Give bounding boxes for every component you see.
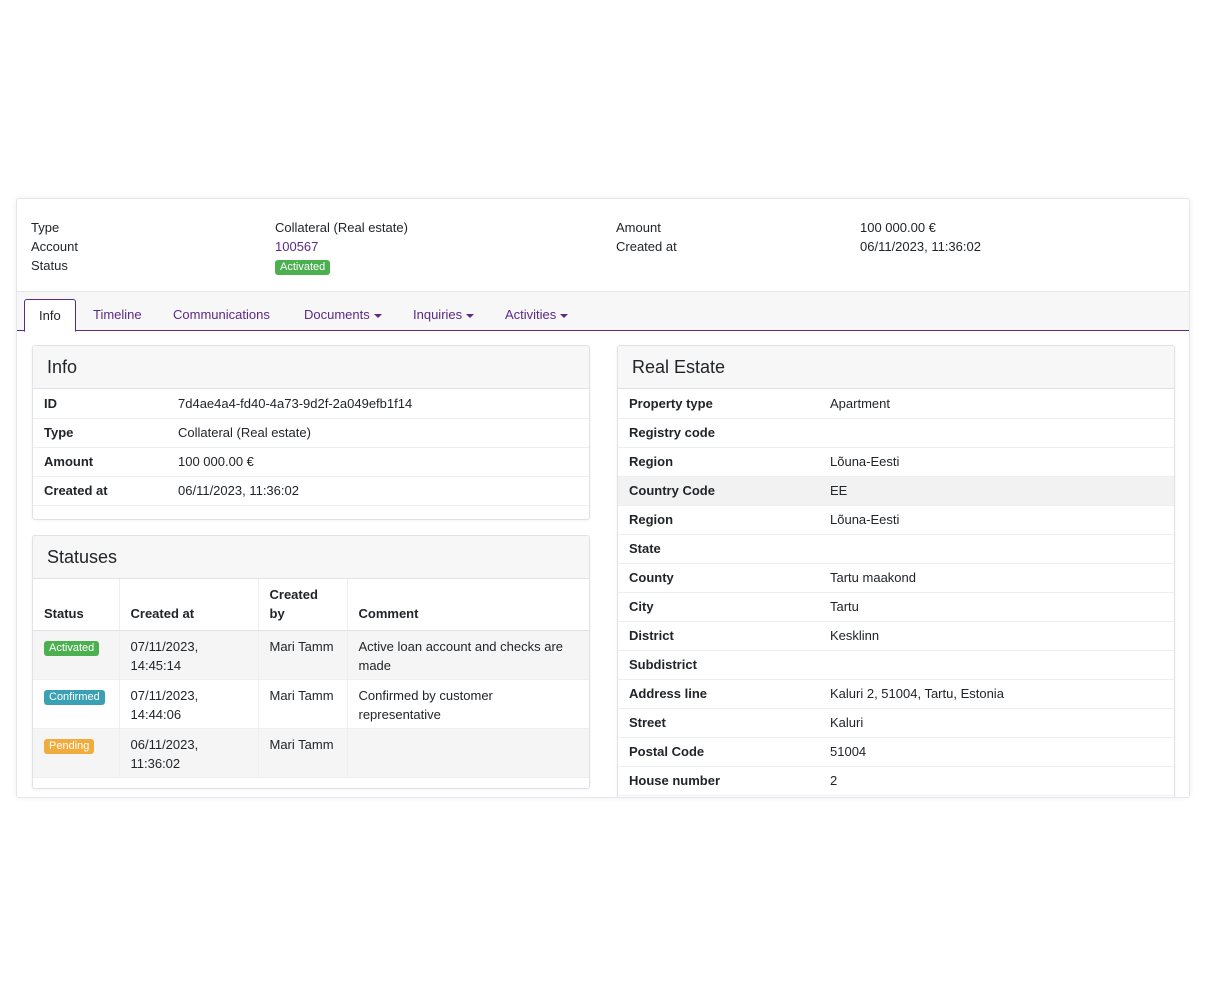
tab-activities[interactable]: Activities bbox=[491, 299, 582, 332]
chevron-down-icon bbox=[373, 313, 382, 318]
real-estate-panel-title: Real Estate bbox=[618, 346, 1174, 389]
chevron-down-icon bbox=[466, 313, 475, 318]
statuses-panel-title: Statuses bbox=[33, 536, 589, 579]
column-header: Comment bbox=[347, 579, 589, 631]
table-row: Region Lõuna-Eesti bbox=[618, 505, 1174, 535]
collateral-card: Type Collateral (Real estate) Account 10… bbox=[16, 198, 1190, 798]
summary-section: Type Collateral (Real estate) Account 10… bbox=[17, 199, 1189, 291]
table-row: Type Collateral (Real estate) bbox=[33, 418, 589, 448]
table-row: ID 7d4ae4a4-fd40-4a73-9d2f-2a049efb1f14 bbox=[33, 389, 589, 419]
table-row: Amount 100 000.00 € bbox=[33, 447, 589, 477]
summary-account-label: Account bbox=[31, 239, 78, 254]
table-row: Created at 06/11/2023, 11:36:02 bbox=[33, 476, 589, 506]
summary-status-label: Status bbox=[31, 258, 68, 273]
tab-timeline[interactable]: Timeline bbox=[79, 299, 156, 332]
column-header: Status bbox=[33, 579, 120, 631]
status-badge: Pending bbox=[44, 739, 95, 754]
tab-inquiries[interactable]: Inquiries bbox=[399, 299, 488, 332]
info-panel-title: Info bbox=[33, 346, 589, 389]
table-row: Confirmed 07/11/2023, 14:44:06 Mari Tamm… bbox=[33, 679, 589, 729]
table-row: Activated 07/11/2023, 14:45:14 Mari Tamm… bbox=[33, 630, 589, 680]
table-row: Property type Apartment bbox=[618, 389, 1174, 419]
summary-created-value: 06/11/2023, 11:36:02 bbox=[860, 239, 981, 254]
chevron-down-icon bbox=[560, 313, 569, 318]
tab-bar: Info Timeline Communications Documents I… bbox=[17, 291, 1189, 332]
info-table: ID 7d4ae4a4-fd40-4a73-9d2f-2a049efb1f14 T… bbox=[33, 389, 589, 506]
table-row: Pending 06/11/2023, 11:36:02 Mari Tamm bbox=[33, 728, 589, 778]
table-row: State bbox=[618, 534, 1174, 564]
statuses-table: Status Created at Created by Comment Act… bbox=[33, 579, 589, 778]
account-link[interactable]: 100567 bbox=[275, 237, 318, 256]
table-row: House number 2 bbox=[618, 766, 1174, 796]
summary-created-label: Created at bbox=[616, 239, 677, 254]
tab-documents[interactable]: Documents bbox=[290, 299, 396, 332]
info-panel: Info ID 7d4ae4a4-fd40-4a73-9d2f-2a049efb1… bbox=[32, 345, 590, 520]
table-row: County Tartu maakond bbox=[618, 563, 1174, 593]
summary-type-label: Type bbox=[31, 220, 60, 235]
status-badge: Activated bbox=[44, 641, 100, 656]
table-row: Street Kaluri bbox=[618, 708, 1174, 738]
real-estate-panel: Real Estate Property type Apartment Regis… bbox=[617, 345, 1175, 797]
statuses-panel: Statuses Status Created at Created by Co… bbox=[32, 535, 590, 789]
status-badge: Confirmed bbox=[44, 690, 105, 705]
table-row: Postal Code 51004 bbox=[618, 737, 1174, 767]
summary-amount-label: Amount bbox=[616, 220, 661, 235]
column-header: Created by bbox=[258, 579, 348, 631]
tab-communications[interactable]: Communications bbox=[159, 299, 284, 332]
table-row: Registry code bbox=[618, 418, 1174, 448]
table-row: District Kesklinn bbox=[618, 621, 1174, 651]
table-row: Region Lõuna-Eesti bbox=[618, 447, 1174, 477]
table-row: Subdistrict bbox=[618, 650, 1174, 680]
real-estate-table: Property type Apartment Registry code Reg… bbox=[618, 389, 1174, 796]
table-row: City Tartu bbox=[618, 592, 1174, 622]
table-row: Address line Kaluri 2, 51004, Tartu, Esto… bbox=[618, 679, 1174, 709]
table-row: Country Code EE bbox=[618, 476, 1174, 506]
table-header-row: Status Created at Created by Comment bbox=[33, 579, 589, 631]
tab-info[interactable]: Info bbox=[24, 299, 76, 332]
summary-type-value: Collateral (Real estate) bbox=[275, 220, 408, 235]
column-header: Created at bbox=[119, 579, 259, 631]
status-badge: Activated bbox=[275, 260, 331, 275]
summary-amount-value: 100 000.00 € bbox=[860, 220, 936, 235]
